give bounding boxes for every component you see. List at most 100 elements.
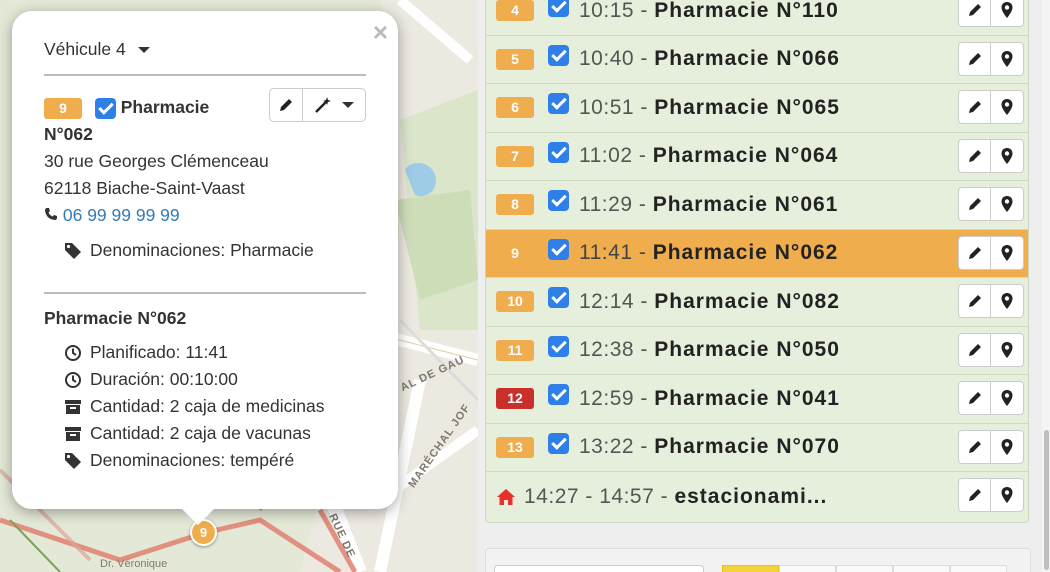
stop-name: Pharmacie N°070: [654, 435, 840, 459]
bottom-tab[interactable]: [779, 565, 836, 572]
locate-button[interactable]: [991, 91, 1023, 123]
stop-checkbox[interactable]: [94, 97, 116, 119]
edit-button[interactable]: [959, 430, 991, 463]
store-return-text: 14:27 - 14:57 - estacionami...: [524, 485, 827, 509]
stop-checkbox[interactable]: [548, 44, 569, 66]
bottom-input[interactable]: [494, 565, 704, 572]
clock-icon: [65, 371, 81, 388]
locate-button[interactable]: [991, 237, 1023, 269]
caret-down-icon: [342, 102, 354, 108]
duration-row: Duración: 00:10:00: [44, 366, 366, 393]
address-line1: 30 rue Georges Clémenceau: [44, 151, 269, 171]
edit-button[interactable]: [959, 42, 991, 75]
vehicle-dropdown[interactable]: Véhicule 4: [44, 39, 150, 60]
edit-button[interactable]: [270, 89, 303, 121]
stop-row[interactable]: 7 11:02 - Pharmacie N°064: [486, 132, 1028, 181]
stop-row[interactable]: 4 10:15 - Pharmacie N°110: [486, 0, 1028, 36]
pencil-icon: [968, 101, 981, 113]
quantity-text: Cantidad: 2 caja de medicinas: [90, 396, 325, 416]
stop-row-text: 10:15 - Pharmacie N°110: [579, 0, 839, 23]
stop-row[interactable]: 6 10:51 - Pharmacie N°065: [486, 84, 1028, 133]
locate-button[interactable]: [991, 431, 1023, 463]
stop-index-badge: 10: [496, 291, 534, 313]
edit-button[interactable]: [959, 333, 991, 366]
stop-checkbox[interactable]: [548, 432, 569, 454]
edit-button[interactable]: [959, 188, 991, 220]
locate-button[interactable]: [991, 382, 1023, 414]
locate-button[interactable]: [991, 0, 1023, 26]
separator: -: [640, 386, 648, 410]
map-pin-icon: [1001, 341, 1013, 358]
locate-button[interactable]: [991, 334, 1023, 366]
phone-link[interactable]: 06 99 99 99 99: [63, 205, 180, 225]
edit-button[interactable]: [959, 0, 991, 26]
stop-index-badge: 7: [496, 145, 534, 167]
stop-checkbox[interactable]: [548, 238, 569, 260]
pencil-icon: [968, 440, 981, 453]
stop-row[interactable]: 5 10:40 - Pharmacie N°066: [486, 35, 1028, 84]
stop-index-badge: 9: [44, 97, 82, 119]
locate-button[interactable]: [991, 479, 1023, 511]
edit-button[interactable]: [959, 285, 991, 317]
locate-button[interactable]: [991, 285, 1023, 317]
pencil-icon: [968, 149, 981, 162]
denominations-row: Denominaciones: tempéré: [44, 447, 366, 474]
optimize-dropdown-button[interactable]: [303, 89, 365, 121]
pencil-icon: [968, 295, 981, 307]
pencil-icon: [968, 4, 981, 16]
stop-actions: [958, 187, 1024, 221]
stop-name-part1: Pharmacie: [120, 97, 210, 117]
stop-checkbox[interactable]: [548, 141, 569, 163]
scrollbar-thumb[interactable]: [1044, 430, 1049, 570]
bottom-tab[interactable]: [893, 565, 950, 572]
stop-row[interactable]: 12 12:59 - Pharmacie N°041: [486, 375, 1028, 424]
stop-row[interactable]: 11 12:38 - Pharmacie N°050: [486, 326, 1028, 375]
locate-button[interactable]: [991, 188, 1023, 220]
bottom-tab[interactable]: [722, 565, 779, 572]
address-line2: 62118 Biache-Saint-Vaast: [44, 178, 245, 198]
separator: -: [640, 47, 648, 71]
caret-down-icon: [137, 46, 150, 53]
stop-name: Pharmacie N°064: [652, 144, 839, 168]
pencil-icon: [280, 99, 292, 111]
edit-button[interactable]: [959, 236, 991, 269]
stop-checkbox[interactable]: [548, 287, 569, 309]
divider: [44, 74, 366, 76]
stop-row[interactable]: 13 13:22 - Pharmacie N°070: [486, 423, 1028, 472]
map-pin-icon: [1001, 438, 1013, 455]
map-pin-icon: [1001, 487, 1013, 503]
stop-checkbox[interactable]: [548, 93, 569, 115]
stop-row[interactable]: 10 12:14 - Pharmacie N°082: [486, 278, 1028, 327]
quantity-row: Cantidad: 2 caja de medicinas: [44, 393, 366, 420]
stop-checkbox[interactable]: [548, 190, 569, 212]
close-icon[interactable]: ×: [373, 17, 388, 48]
stop-checkbox[interactable]: [548, 384, 569, 406]
stop-time: 11:02: [579, 144, 633, 168]
stop-row-text: 12:14 - Pharmacie N°082: [579, 290, 840, 314]
bottom-tab[interactable]: [950, 565, 1007, 572]
stop-actions: [958, 235, 1024, 270]
street-label: Dr. Véronique: [100, 558, 168, 570]
locate-button[interactable]: [991, 43, 1023, 75]
stop-row[interactable]: 8 11:29 - Pharmacie N°061: [486, 181, 1028, 230]
archive-box-icon: [65, 426, 81, 441]
stop-time: 10:40: [579, 47, 635, 71]
map-pin-icon: [1001, 99, 1013, 115]
edit-button[interactable]: [959, 139, 991, 172]
stop-row-text: 11:02 - Pharmacie N°064: [579, 144, 838, 168]
stop-checkbox[interactable]: [548, 0, 569, 18]
stop-name: Pharmacie N°082: [654, 289, 840, 313]
edit-button[interactable]: [959, 91, 991, 123]
edit-button[interactable]: [959, 479, 991, 511]
denominations-text: Denominaciones: tempéré: [90, 450, 295, 470]
store-return-row[interactable]: 14:27 - 14:57 - estacionami...: [486, 472, 1028, 522]
tag-icon: [65, 242, 81, 259]
quantity-row: Cantidad: 2 caja de vacunas: [44, 420, 366, 447]
bottom-tab[interactable]: [836, 565, 893, 572]
stop-checkbox[interactable]: [548, 335, 569, 357]
vehicle-label: Véhicule 4: [44, 39, 126, 59]
locate-button[interactable]: [991, 140, 1023, 172]
edit-button[interactable]: [959, 382, 991, 414]
stop-name: Pharmacie N°110: [654, 0, 839, 22]
stop-row[interactable]: 9 11:41 - Pharmacie N°062: [486, 229, 1028, 278]
